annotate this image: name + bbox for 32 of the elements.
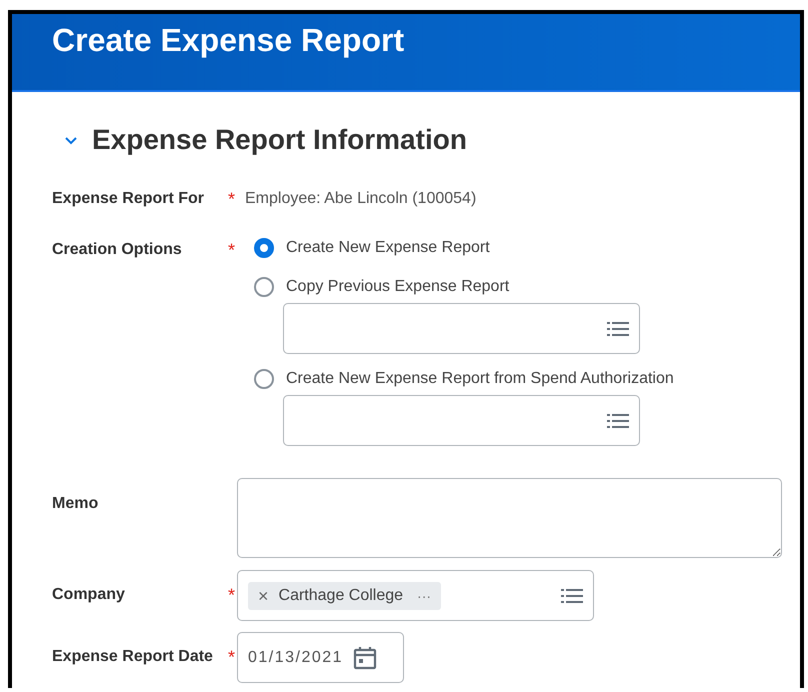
radio-label: Copy Previous Expense Report	[286, 278, 510, 296]
required-asterisk: *	[228, 584, 236, 605]
prompt-field[interactable]	[283, 395, 640, 446]
date-field[interactable]: 01/13/2021	[237, 632, 404, 683]
date-value: 01/13/2021	[248, 648, 344, 666]
field-value: Employee: Abe Lincoln (100054)	[245, 189, 478, 209]
field-label: Expense Report Date	[52, 647, 214, 667]
chip-label: Carthage College	[278, 586, 404, 604]
radio-button[interactable]	[254, 369, 274, 389]
selected-chip[interactable]: × Carthage College ···	[248, 582, 442, 610]
list-icon[interactable]	[607, 320, 629, 336]
list-icon[interactable]	[561, 588, 583, 604]
radio-label: Create New Expense Report from Spend Authorization	[286, 370, 674, 388]
field-label: Creation Options	[52, 240, 183, 260]
memo-field[interactable]	[237, 478, 782, 558]
more-button[interactable]: ···	[413, 588, 432, 604]
field-label: Company	[52, 585, 126, 605]
prompt-field[interactable]	[283, 303, 640, 354]
field-label: Memo	[52, 494, 100, 514]
list-icon[interactable]	[607, 412, 629, 428]
calendar-icon[interactable]	[353, 646, 378, 670]
radio-button[interactable]	[254, 238, 274, 258]
required-asterisk: *	[228, 239, 236, 260]
required-asterisk: *	[228, 646, 236, 667]
page-title: Create Expense Report	[52, 22, 404, 59]
section-title: Expense Report Information	[92, 124, 467, 156]
prompt-field[interactable]: × Carthage College ···	[237, 570, 594, 621]
required-asterisk: *	[228, 188, 236, 209]
field-label: Expense Report For	[52, 189, 206, 209]
radio-label: Create New Expense Report	[286, 239, 490, 257]
remove-button[interactable]: ×	[258, 586, 269, 604]
radio-button[interactable]	[254, 277, 274, 297]
